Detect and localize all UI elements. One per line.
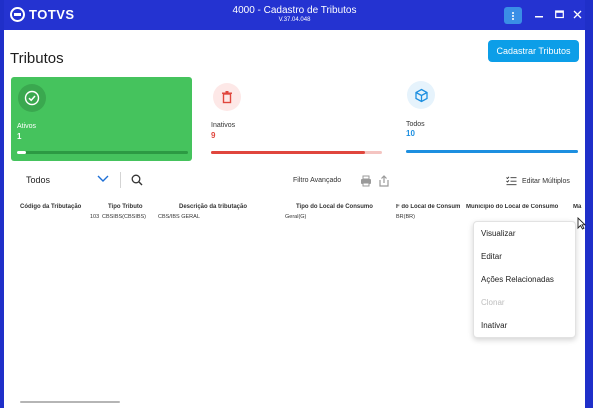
search-icon[interactable]	[131, 174, 143, 186]
mouse-cursor-icon	[577, 217, 586, 230]
column-header[interactable]: Tipo do Local de Consumo	[296, 204, 373, 210]
table-cell: Geral(G)	[285, 214, 307, 220]
window-title: 4000 - Cadastro de Tributos	[232, 5, 357, 16]
status-filter-select[interactable]: Todos	[26, 175, 50, 185]
chevron-down-icon[interactable]	[97, 173, 109, 183]
card-label: Todos	[406, 121, 425, 128]
edit-multiple-label: Editar Múltiplos	[522, 177, 570, 185]
checklist-icon	[506, 176, 517, 186]
title-bar: TOTVS 4000 - Cadastro de Tributos V.37.0…	[4, 0, 585, 30]
column-header[interactable]: Município do Local de Consumo	[466, 204, 572, 210]
page-title: Tributos	[10, 50, 64, 67]
card-count: 1	[17, 132, 22, 141]
print-icon[interactable]	[360, 175, 372, 187]
card-count: 9	[211, 131, 216, 140]
box-icon	[407, 81, 435, 109]
horizontal-scrollbar[interactable]	[20, 401, 120, 403]
menu-item-related-actions[interactable]: Ações Relacionadas	[481, 275, 554, 284]
table-cell: 103	[90, 214, 100, 220]
card-active[interactable]: Ativos 1	[11, 77, 192, 161]
all-progress-fill	[406, 150, 578, 153]
window-title-block: 4000 - Cadastro de Tributos V.37.04.048	[4, 5, 585, 23]
check-badge-icon	[18, 84, 46, 112]
table-cell: CBS/IBS GERAL	[158, 214, 200, 220]
menu-item-deactivate[interactable]: Inativar	[481, 321, 507, 330]
card-label: Ativos	[17, 123, 37, 130]
active-progress-track	[17, 151, 188, 154]
column-header[interactable]: Código da Tributação	[20, 204, 81, 210]
app-version: V.37.04.048	[278, 17, 311, 23]
dot-icon	[512, 17, 514, 20]
column-header[interactable]: F do Local de Consum	[396, 204, 466, 210]
toolbar-divider	[120, 172, 121, 188]
maximize-icon	[554, 10, 564, 19]
minimize-icon	[535, 16, 543, 18]
row-actions-menu: Visualizar Editar Ações Relacionadas Clo…	[473, 221, 576, 338]
column-header[interactable]: Descrição da tributação	[179, 204, 247, 210]
minimize-button[interactable]	[532, 9, 546, 23]
table-cell: BR(BR)	[396, 214, 415, 220]
inactive-progress-track	[211, 151, 382, 154]
advanced-filter-button[interactable]: Filtro Avançado	[293, 177, 341, 184]
maximize-button[interactable]	[552, 9, 566, 23]
column-header[interactable]: Tipo Tributo	[108, 204, 143, 210]
close-icon	[573, 10, 581, 19]
window-border-right	[585, 0, 593, 408]
export-icon[interactable]	[378, 175, 390, 187]
inactive-progress-fill	[211, 151, 365, 154]
close-button[interactable]	[570, 9, 584, 23]
table-cell: CBSIBS(CBSIBS)	[102, 214, 147, 220]
all-progress-track	[406, 150, 578, 153]
edit-multiple-button[interactable]: Editar Múltiplos	[506, 176, 570, 186]
register-tax-button[interactable]: Cadastrar Tributos	[488, 40, 579, 62]
menu-item-view[interactable]: Visualizar	[481, 229, 516, 238]
main-content: Tributos Cadastrar Tributos Ativos 1 Ina…	[4, 30, 586, 408]
dot-icon	[512, 11, 514, 14]
card-label: Inativos	[211, 122, 236, 129]
menu-item-clone: Clonar	[481, 298, 505, 307]
active-progress-fill	[17, 151, 26, 154]
more-options-button[interactable]	[504, 7, 522, 24]
dot-icon	[512, 14, 514, 17]
card-count: 10	[406, 129, 415, 138]
trash-icon	[213, 83, 241, 111]
column-header[interactable]: Ma	[573, 204, 582, 210]
menu-item-edit[interactable]: Editar	[481, 252, 502, 261]
